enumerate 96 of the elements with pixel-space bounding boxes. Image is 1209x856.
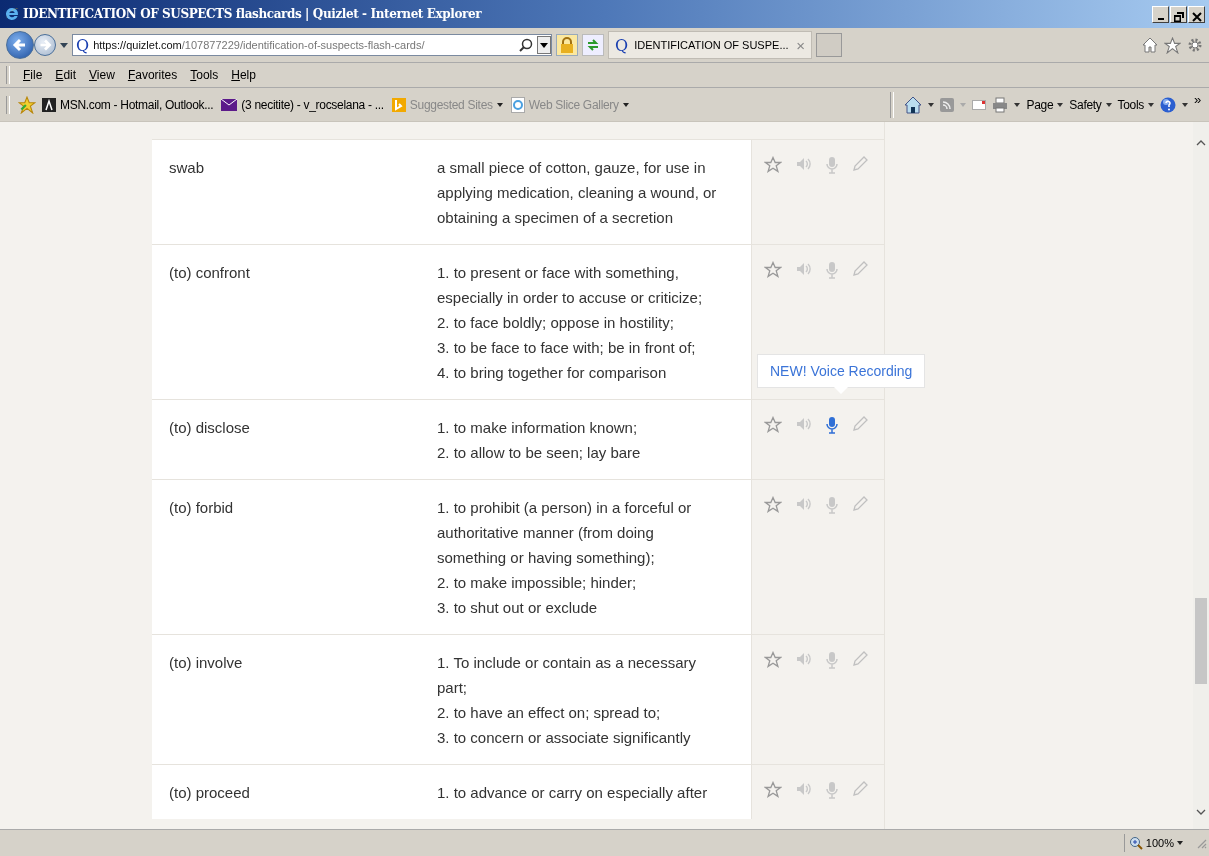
microphone-icon[interactable]	[826, 416, 838, 434]
star-icon[interactable]	[764, 261, 782, 279]
speaker-icon[interactable]	[796, 261, 812, 277]
close-icon	[1191, 11, 1202, 22]
command-menu[interactable]: Tools	[1117, 97, 1155, 112]
favorite-link[interactable]: MSN.com - Hotmail, Outlook...	[42, 97, 214, 112]
zoom-icon	[1128, 836, 1143, 850]
close-button[interactable]	[1188, 5, 1205, 23]
caret-icon	[1148, 102, 1155, 107]
pencil-icon[interactable]	[852, 651, 868, 667]
scrollbar-thumb[interactable]	[1195, 598, 1207, 684]
search-icon[interactable]	[519, 38, 533, 52]
caret-icon[interactable]	[1014, 102, 1021, 107]
zoom-control[interactable]: 100%	[1123, 834, 1191, 852]
tab-title: IDENTIFICATION OF SUSPE...	[634, 39, 789, 51]
new-tab-button[interactable]	[816, 33, 842, 57]
help-icon[interactable]	[1160, 96, 1177, 113]
card-term: swab	[169, 158, 206, 178]
caret-icon	[1057, 102, 1064, 107]
star-icon[interactable]	[764, 651, 782, 669]
tooltip-pointer-icon	[834, 387, 849, 394]
restore-icon	[1173, 11, 1184, 22]
card-definition: 1. to present or face with something, especially in order to accuse or criticize; 2. to face boldly; oppose in hostility; 3. to be face to face with; be in front of; 4. to bring together for comparison	[437, 263, 703, 383]
site-icon: Q	[76, 35, 90, 55]
star-icon[interactable]	[764, 416, 782, 434]
card-definition: 1. to make information known; 2. to allow to be seen; lay bare	[437, 418, 641, 463]
home-icon[interactable]	[904, 95, 923, 114]
browser-tab[interactable]: Q IDENTIFICATION OF SUSPE... ×	[608, 31, 812, 59]
restore-button[interactable]	[1170, 5, 1187, 23]
url-text: https://quizlet.com/107877229/identification-of-suspects-flash-cards/	[93, 39, 425, 51]
window-title: IDENTIFICATION OF SUSPECTS flashcards | Quizlet - Internet Explorer	[23, 7, 482, 21]
card-definition: a small piece of cotton, gauze, for use in applying medication, cleaning a wound, or obtaining a specimen of a secretion	[437, 158, 717, 228]
card-definition: 1. to prohibit (a person) in a forceful or authoritative manner (from doing something or having something); 2. to make impossible; hinder; 3. to shut out or exclude	[437, 498, 692, 618]
menu-item[interactable]: View	[89, 68, 115, 82]
back-button[interactable]	[6, 31, 34, 59]
tooltip: NEW! Voice Recording	[757, 354, 926, 394]
caret-icon[interactable]	[928, 102, 935, 107]
speaker-icon[interactable]	[796, 416, 812, 432]
menu-item[interactable]: Favorites	[127, 68, 178, 82]
pencil-icon[interactable]	[852, 781, 868, 797]
menu-item[interactable]: Help	[231, 68, 256, 82]
browser-logo-icon	[4, 6, 20, 22]
feed-icon[interactable]	[940, 97, 955, 112]
pencil-icon[interactable]	[852, 156, 868, 172]
mail-icon[interactable]	[972, 99, 987, 110]
site-icon	[391, 97, 406, 112]
menu-item[interactable]: Edit	[55, 68, 77, 82]
pencil-icon[interactable]	[852, 261, 868, 277]
lock-button[interactable]	[556, 34, 578, 56]
minimize-button[interactable]	[1152, 5, 1169, 23]
more-commands-button[interactable]: »	[1194, 91, 1201, 107]
site-icon	[42, 97, 56, 112]
card-term: (to) involve	[169, 653, 244, 673]
pencil-icon[interactable]	[852, 416, 868, 432]
pencil-icon[interactable]	[852, 496, 868, 512]
menu-item[interactable]: Tools	[190, 68, 219, 82]
envelope-icon	[221, 98, 238, 111]
caret-icon[interactable]	[1182, 102, 1189, 107]
resize-grip-icon[interactable]	[1195, 837, 1207, 849]
speaker-icon[interactable]	[796, 781, 812, 797]
favorites-star-icon[interactable]	[1164, 36, 1181, 54]
home-icon[interactable]	[1142, 37, 1158, 53]
speaker-icon[interactable]	[796, 651, 812, 667]
menu-item[interactable]: File	[23, 68, 43, 82]
star-icon[interactable]	[764, 496, 782, 514]
command-menu[interactable]: Page	[1026, 97, 1064, 112]
padlock-icon	[560, 37, 574, 53]
settings-icon[interactable]	[1187, 37, 1203, 53]
tab-icon: Q	[615, 35, 629, 55]
favorites-star-icon[interactable]	[18, 95, 36, 114]
card-term: (to) proceed	[169, 783, 251, 803]
scroll-up-icon[interactable]	[1196, 140, 1206, 146]
command-menu[interactable]: Safety	[1069, 97, 1112, 112]
forward-button[interactable]	[34, 34, 56, 56]
address-field[interactable]: Q https://quizlet.com/107877229/identification-of-suspects-flash-cards/	[72, 34, 552, 56]
card-definition: 1. to advance or carry on especially after	[437, 783, 708, 803]
minimize-icon	[1157, 17, 1164, 20]
scroll-down-icon[interactable]	[1196, 809, 1206, 815]
address-dropdown-button[interactable]	[537, 36, 551, 54]
star-icon[interactable]	[764, 781, 782, 799]
print-icon[interactable]	[992, 96, 1009, 113]
page-icon	[510, 96, 525, 113]
favorite-link[interactable]: (3 necitite) - v_rocselana - ...	[221, 97, 384, 112]
card-term: (to) forbid	[169, 498, 235, 518]
caret-icon	[1105, 102, 1112, 107]
speaker-icon[interactable]	[796, 496, 812, 512]
refresh-button[interactable]	[582, 34, 604, 56]
card-term: (to) confront	[169, 263, 251, 283]
caret-icon	[540, 42, 548, 48]
history-dropdown-icon[interactable]	[60, 42, 68, 48]
star-icon[interactable]	[764, 156, 782, 174]
speaker-icon[interactable]	[796, 156, 812, 172]
caret-icon	[1177, 841, 1183, 845]
card-term: (to) disclose	[169, 418, 251, 438]
refresh-icon	[586, 38, 600, 52]
card-definition: 1. To include or contain as a necessary part; 2. to have an effect on; spread to; 3. to concern or associate significantly	[437, 653, 697, 748]
